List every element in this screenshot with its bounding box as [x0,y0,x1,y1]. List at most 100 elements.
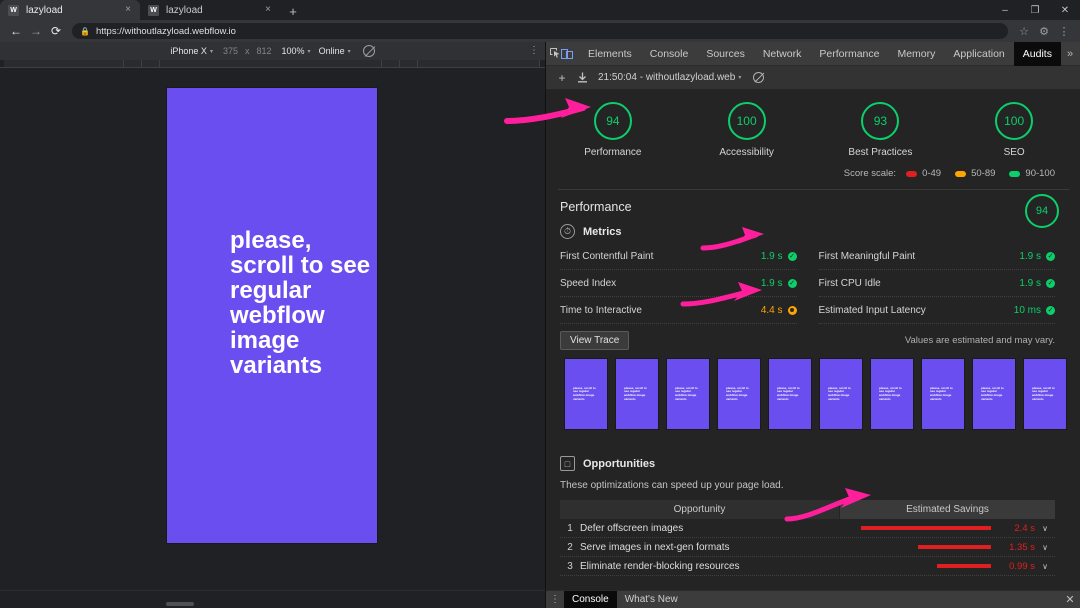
zoom-selector[interactable]: 100% ▾ [282,46,311,56]
tab-network[interactable]: Network [754,42,811,66]
close-window-icon[interactable]: ✕ [1050,0,1080,20]
filmstrip-frame[interactable]: please, scroll to see regular webflow im… [615,358,659,430]
tab-console[interactable]: Console [641,42,698,66]
gauge-label: Accessibility [719,147,774,158]
drawer-close-icon[interactable]: ✕ [1059,593,1080,606]
metric-name: Speed Index [560,277,617,289]
chevron-down-icon[interactable]: ∨ [1035,562,1055,571]
minimize-icon[interactable]: – [990,0,1020,20]
filmstrip-frame-text: please, scroll to see regular webflow im… [879,385,902,401]
chevron-down-icon: ▾ [738,75,742,81]
devtools-tabbar: Elements Console Sources Network Perform… [546,41,1080,66]
drawer-tab-whats-new[interactable]: What's New [617,591,686,608]
metric-row[interactable]: Estimated Input Latency 10 ms ✓ [818,297,1055,324]
gauge-performance[interactable]: 94 Performance [546,102,680,158]
chevron-down-icon[interactable]: ∨ [1035,543,1055,552]
filmstrip-frame[interactable]: please, scroll to see regular webflow im… [564,358,608,430]
gauge-accessibility[interactable]: 100 Accessibility [680,102,814,158]
table-row[interactable]: 3 Eliminate render-blocking resources 0.… [560,557,1055,576]
drawer-menu-icon[interactable]: ⋮ [546,594,564,605]
nav-right-actions: ☆ ⚙ ⋮ [1014,21,1074,41]
emulated-device-screen[interactable]: please, scroll to see regular webflow im… [166,87,378,544]
no-throttle-icon[interactable] [362,45,375,57]
extension-icon[interactable]: ⚙ [1034,21,1054,41]
horizontal-scrollbar[interactable] [166,602,194,606]
opportunities-section: □ Opportunities These optimizations can … [546,430,1080,576]
maximize-icon[interactable]: ❐ [1020,0,1050,20]
chevron-down-icon: ▾ [307,48,311,55]
reload-icon[interactable]: ⟳ [46,21,66,41]
metric-value: 10 ms [1013,304,1041,316]
metric-name: First Contentful Paint [560,250,654,262]
column-header-opportunity[interactable]: Opportunity [560,500,840,519]
filmstrip-frame[interactable]: please, scroll to see regular webflow im… [717,358,761,430]
filmstrip-frame-text: please, scroll to see regular webflow im… [930,385,953,401]
gauge-score: 94 [593,102,632,140]
devtools-panel: Elements Console Sources Network Perform… [545,41,1080,608]
device-width-input[interactable]: 375 [223,46,238,56]
metric-row[interactable]: First CPU Idle 1.9 s ✓ [818,270,1055,297]
chevron-down-icon[interactable]: ∨ [1035,524,1055,533]
status-good-icon: ✓ [1046,251,1055,261]
forward-icon[interactable]: → [26,21,46,41]
filmstrip-frame[interactable]: please, scroll to see regular webflow im… [870,358,914,430]
page-viewport[interactable]: please, scroll to see regular webflow im… [0,68,545,590]
new-tab-button[interactable]: + [282,2,304,20]
new-audit-icon[interactable]: + [552,68,572,88]
column-header-savings[interactable]: Estimated Savings [840,500,1055,519]
metric-row[interactable]: First Contentful Paint 1.9 s ✓ [560,243,797,270]
toggle-device-toolbar-icon[interactable] [561,44,573,64]
savings-bar [937,564,991,568]
filmstrip-frame-text: please, scroll to see regular webflow im… [828,385,851,401]
tab-sources[interactable]: Sources [697,42,754,66]
filmstrip-frame[interactable]: please, scroll to see regular webflow im… [666,358,710,430]
filmstrip-frame[interactable]: please, scroll to see regular webflow im… [921,358,965,430]
close-icon[interactable]: × [122,4,134,16]
view-trace-button[interactable]: View Trace [560,331,630,350]
close-icon[interactable]: × [262,4,274,16]
tab-application[interactable]: Application [944,42,1013,66]
tab-elements[interactable]: Elements [579,42,641,66]
orange-pill-icon [955,170,967,177]
filmstrip-frame[interactable]: please, scroll to see regular webflow im… [768,358,812,430]
metric-row[interactable]: Time to Interactive 4.4 s [560,297,797,324]
lock-icon: 🔒 [80,26,90,36]
viewport-status-bar [0,590,545,608]
gauge-seo[interactable]: 100 SEO [947,102,1080,158]
network-throttle-selector[interactable]: Online ▾ [319,46,351,56]
status-average-icon [787,305,797,315]
back-icon[interactable]: ← [6,21,26,41]
clear-audits-icon[interactable] [753,72,765,83]
address-bar[interactable]: 🔒 https://withoutlazyload.webflow.io [72,23,1008,39]
viewport-ruler [0,60,545,68]
bookmark-star-icon[interactable]: ☆ [1014,21,1034,41]
table-row[interactable]: 1 Defer offscreen images 2.4 s ∨ [560,519,1055,538]
gauge-best-practices[interactable]: 93 Best Practices [814,102,948,158]
filmstrip-frame[interactable]: please, scroll to see regular webflow im… [819,358,863,430]
stopwatch-icon: ⏱ [560,224,575,239]
table-row[interactable]: 2 Serve images in next-gen formats 1.35 … [560,538,1055,557]
browser-tab-1[interactable]: W lazyload × [0,0,140,20]
audit-run-selector[interactable]: 21:50:04 - withoutlazyload.web ▾ [598,72,741,83]
metric-row[interactable]: Speed Index 1.9 s ✓ [560,270,797,297]
device-selector[interactable]: iPhone X ▾ [170,46,213,56]
filmstrip-frame[interactable]: please, scroll to see regular webflow im… [972,358,1016,430]
metric-value-group: 1.9 s ✓ [1019,278,1055,289]
tab-memory[interactable]: Memory [888,42,944,66]
filmstrip-frame[interactable]: please, scroll to see regular webflow im… [1023,358,1067,430]
tab-audits[interactable]: Audits [1013,41,1061,66]
device-toolbar-menu-icon[interactable]: ⋮ [529,45,539,57]
performance-title: Performance [560,200,632,214]
tab-performance[interactable]: Performance [810,42,888,66]
browser-menu-icon[interactable]: ⋮ [1054,21,1074,41]
diagnostics-section: 📋 Diagnostics More information about the… [546,576,1080,588]
browser-tab-2[interactable]: W lazyload × [140,0,280,20]
drawer-tab-console[interactable]: Console [564,590,617,608]
zoom-value: 100% [281,46,305,56]
metric-row[interactable]: First Meaningful Paint 1.9 s ✓ [818,243,1055,270]
inspect-element-icon[interactable] [550,44,561,64]
device-height-input[interactable]: 812 [256,46,271,56]
download-report-icon[interactable] [572,68,592,88]
tab-title: lazyload [26,4,63,16]
more-tabs-icon[interactable]: » [1061,48,1079,60]
